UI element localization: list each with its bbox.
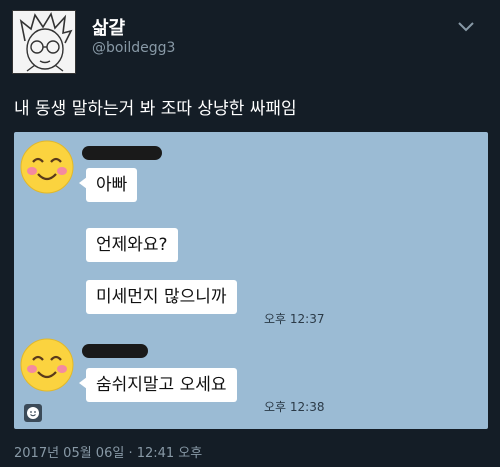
chat-screenshot-image: 아빠 언제와요? 미세먼지 많으니까 오후 12:37 숨쉬지말고 오세요 오후… (14, 132, 488, 429)
tweet-text: 내 동생 말하는거 봐 조따 상냥한 싸패임 (14, 99, 297, 119)
redacted-name (82, 344, 148, 358)
user-handle[interactable]: @boildegg3 (92, 40, 175, 56)
message-bubble: 아빠 (78, 168, 138, 202)
smiley-avatar-icon (20, 338, 74, 392)
tweet-timestamp[interactable]: 2017년 05월 06일 · 12:41 오후 (14, 442, 202, 461)
smiley-avatar-icon (20, 140, 74, 194)
display-name[interactable]: 삶걀 (92, 14, 125, 40)
chevron-down-icon[interactable] (455, 18, 477, 36)
message-bubble: 숨쉬지말고 오세요 (79, 368, 237, 402)
message-bubble: 미세먼지 많으니까 (86, 280, 237, 314)
message-bubble: 언제와요? (86, 228, 178, 262)
emoji-icon[interactable] (24, 404, 42, 422)
tweet-header: 삶걀 @boildegg3 (0, 0, 500, 90)
redacted-name (82, 146, 162, 160)
message-time: 오후 12:37 (264, 312, 325, 326)
profile-avatar[interactable] (12, 10, 76, 74)
message-time: 오후 12:38 (264, 400, 325, 414)
avatar-drawing-icon (13, 11, 75, 73)
